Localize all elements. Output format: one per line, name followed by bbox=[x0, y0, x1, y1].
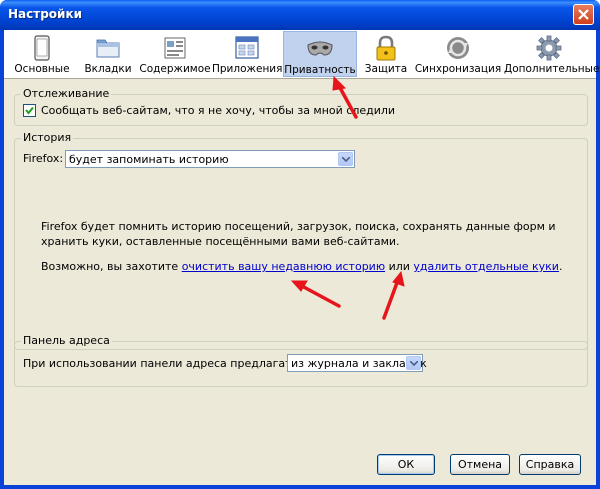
annotation-arrows bbox=[290, 75, 405, 320]
annotation-arrow-remove-cookies bbox=[382, 270, 405, 320]
annotation-arrow-privacy bbox=[332, 75, 358, 119]
annotation-arrow-clear-history bbox=[290, 280, 341, 308]
